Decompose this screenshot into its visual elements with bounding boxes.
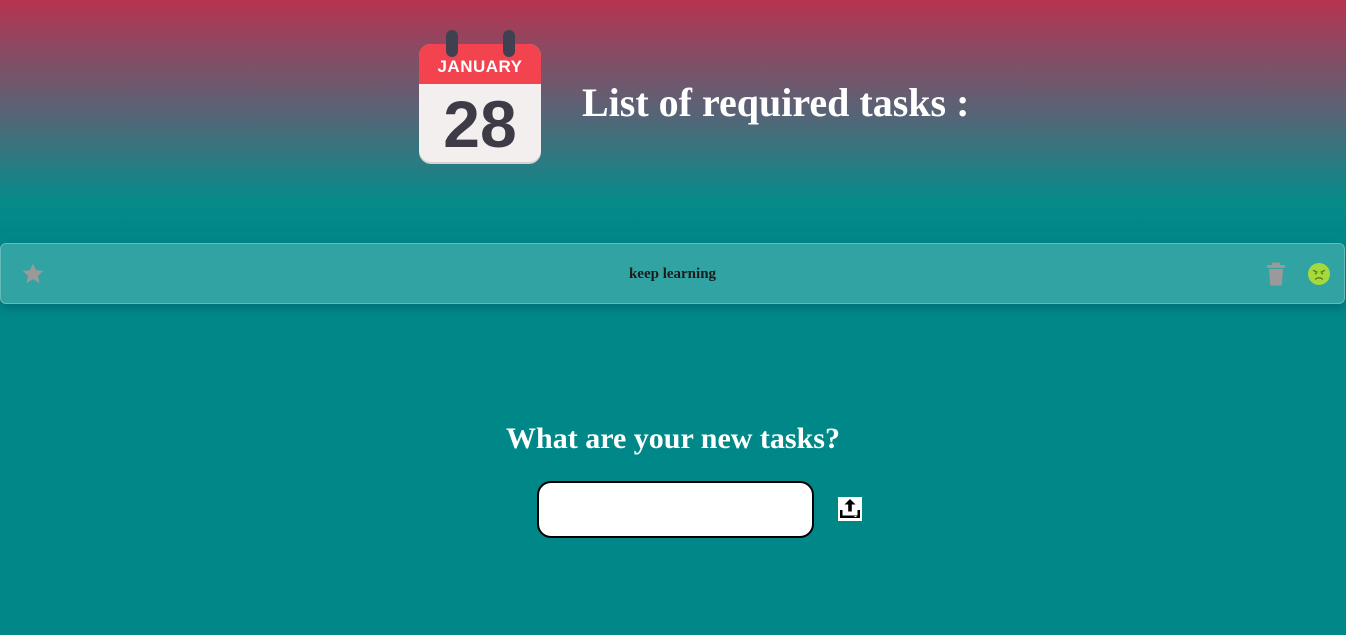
calendar-month: JANUARY [419,44,541,84]
calendar-ring-right [503,30,515,57]
task-text: keep learning [628,266,717,282]
calendar-ring-left [446,30,458,57]
angry-face-icon[interactable] [1308,263,1330,285]
upload-icon [838,497,862,521]
task-item: keep learning [0,243,1345,304]
calendar-icon: JANUARY 28 [419,30,543,162]
calendar-day: 28 [443,87,517,161]
new-task-input[interactable] [537,481,814,538]
new-task-prompt: What are your new tasks? [506,422,840,455]
submit-task-button[interactable] [838,497,862,521]
trash-icon[interactable] [1266,262,1286,286]
calendar-page: JANUARY 28 [419,44,541,162]
page-title: List of required tasks : [582,80,970,125]
